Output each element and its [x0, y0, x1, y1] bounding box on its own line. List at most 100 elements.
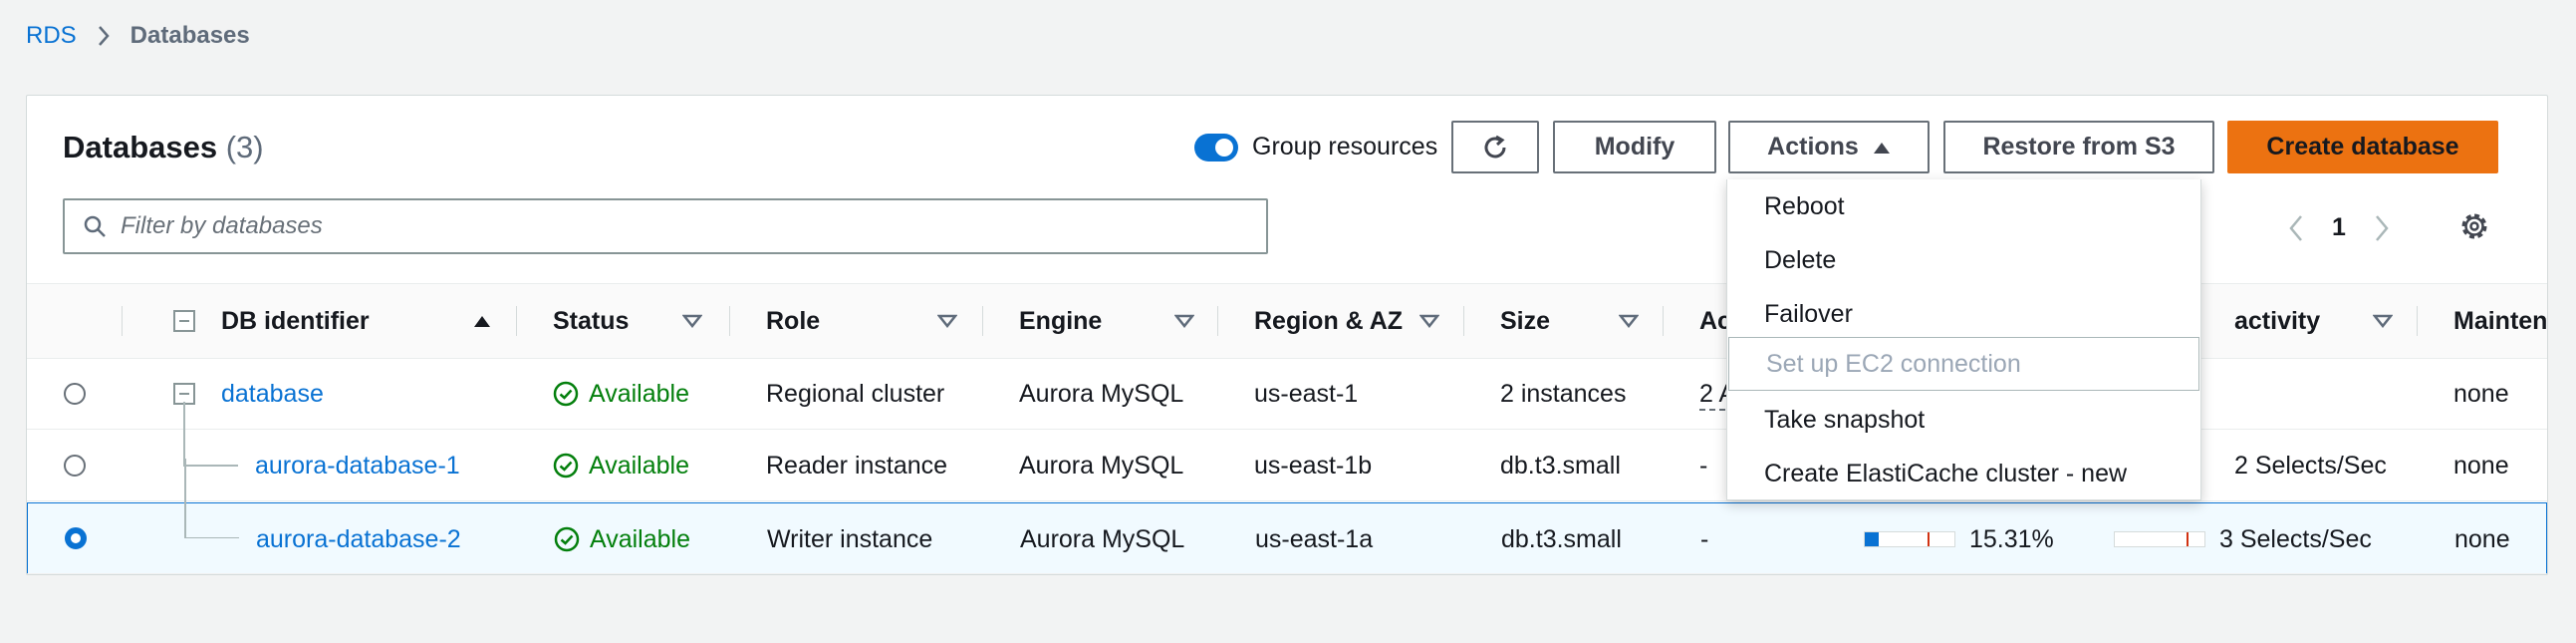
role-cell: Reader instance [766, 451, 948, 480]
check-circle-icon [553, 381, 579, 407]
filter-caret-icon[interactable] [1174, 314, 1194, 328]
activity-text: 2 Selects/Sec [2234, 451, 2387, 480]
maintenance-cell: none [2453, 379, 2509, 408]
actions-cell: - [1699, 451, 1708, 480]
column-label: Engine [1019, 306, 1103, 335]
activity-text: 3 Selects/Sec [2219, 524, 2372, 553]
db-identifier-link[interactable]: aurora-database-1 [255, 430, 460, 501]
breadcrumb-rds-link[interactable]: RDS [26, 22, 77, 50]
column-label: Status [553, 306, 630, 335]
menu-item-delete[interactable]: Delete [1727, 233, 2200, 287]
filter-caret-icon[interactable] [1419, 314, 1439, 328]
row-radio[interactable] [64, 455, 86, 477]
column-label: DB identifier [221, 306, 370, 335]
caret-up-icon [1873, 142, 1890, 154]
row-radio[interactable] [64, 383, 86, 405]
page-number[interactable]: 1 [2332, 213, 2346, 242]
filter-box [63, 198, 1268, 254]
engine-cell: Aurora MySQL [1019, 451, 1184, 480]
column-header-role[interactable]: Role [730, 284, 983, 358]
engine-cell: Aurora MySQL [1019, 379, 1184, 408]
panel-title: Databases (3) [63, 130, 264, 165]
size-cell: db.t3.small [1501, 524, 1622, 553]
column-header-maintenance[interactable]: Maintena [2418, 284, 2547, 358]
refresh-button[interactable] [1451, 121, 1539, 173]
activity-bar [2114, 531, 2205, 547]
size-cell: 2 instances [1500, 379, 1627, 408]
check-circle-icon [554, 526, 580, 552]
filter-caret-icon[interactable] [937, 314, 957, 328]
maintenance-cell: none [2454, 524, 2510, 553]
cpu-text: 15.31% [1969, 524, 2054, 553]
filter-caret-icon[interactable] [1619, 314, 1639, 328]
size-cell: db.t3.small [1500, 451, 1621, 480]
refresh-icon [1484, 135, 1506, 158]
check-circle-icon [553, 453, 579, 479]
table-row[interactable]: aurora-database-2 Available Writer insta… [27, 459, 2547, 574]
status-cell: Available [553, 358, 689, 430]
region-cell: us-east-1b [1254, 451, 1373, 480]
group-resources-toggle[interactable]: Group resources [1194, 133, 1437, 161]
chevron-left-icon[interactable] [2288, 214, 2304, 242]
search-icon [84, 215, 106, 237]
row-radio[interactable] [65, 527, 87, 549]
column-label: Region & AZ [1254, 306, 1404, 335]
region-cell: us-east-1a [1255, 524, 1374, 553]
column-header-activity[interactable]: activity [2208, 284, 2418, 358]
cpu-bar [1864, 531, 1955, 547]
cpu-cell: 15.31% [1864, 503, 2054, 574]
column-label: activity [2234, 306, 2321, 335]
column-label: Role [766, 306, 821, 335]
restore-from-s3-button[interactable]: Restore from S3 [1943, 121, 2214, 173]
actions-button-label: Actions [1767, 133, 1859, 161]
actions-menu: Reboot Delete Failover Set up EC2 connec… [1726, 179, 2201, 500]
pagination: 1 [2288, 213, 2390, 242]
chevron-right-icon[interactable] [2374, 214, 2390, 242]
create-database-button[interactable]: Create database [2227, 121, 2498, 173]
gear-icon[interactable] [2457, 209, 2491, 243]
panel-title-text: Databases [63, 130, 218, 164]
menu-item-reboot[interactable]: Reboot [1727, 179, 2200, 233]
column-label: Maintena [2453, 306, 2548, 335]
column-header-size[interactable]: Size [1464, 284, 1664, 358]
status-text: Available [589, 451, 690, 480]
column-header-db-identifier[interactable]: DB identifier [123, 284, 517, 358]
actions-cell: - [1700, 524, 1709, 553]
filter-caret-icon[interactable] [682, 314, 702, 328]
toggle-switch[interactable] [1194, 133, 1238, 161]
actions-button[interactable]: Actions [1728, 121, 1930, 173]
menu-item-take-snapshot[interactable]: Take snapshot [1727, 393, 2200, 447]
menu-item-create-elasticache[interactable]: Create ElastiCache cluster - new [1727, 447, 2200, 500]
sort-ascending-icon[interactable] [473, 314, 491, 328]
status-cell: Available [554, 503, 691, 574]
filter-databases-input[interactable] [119, 211, 1218, 241]
modify-button[interactable]: Modify [1553, 121, 1716, 173]
role-cell: Writer instance [767, 524, 933, 553]
status-cell: Available [553, 430, 689, 501]
tree-connector [184, 459, 239, 538]
column-header-region[interactable]: Region & AZ [1218, 284, 1464, 358]
maintenance-cell: none [2453, 451, 2509, 480]
filter-caret-icon[interactable] [2373, 314, 2393, 328]
breadcrumb-current: Databases [129, 22, 250, 49]
select-column-header [27, 284, 123, 358]
menu-item-failover[interactable]: Failover [1727, 287, 2200, 341]
db-identifier-link[interactable]: aurora-database-2 [256, 503, 461, 574]
collapse-all-icon[interactable] [173, 310, 195, 332]
column-label: Size [1500, 306, 1551, 335]
menu-item-setup-ec2: Set up EC2 connection [1728, 337, 2199, 391]
engine-cell: Aurora MySQL [1020, 524, 1185, 553]
horizontal-scrollbar[interactable] [27, 573, 2547, 574]
breadcrumb: RDS Databases [26, 22, 250, 50]
column-header-engine[interactable]: Engine [983, 284, 1218, 358]
column-header-status[interactable]: Status [517, 284, 730, 358]
role-cell: Regional cluster [766, 379, 945, 408]
activity-cell: 2 Selects/Sec [2234, 430, 2387, 501]
chevron-right-icon [97, 25, 111, 47]
panel-count: (3) [225, 130, 264, 164]
status-text: Available [589, 379, 690, 408]
activity-cell: 3 Selects/Sec [2114, 503, 2372, 574]
cpu-bar-fill [1865, 532, 1879, 546]
region-cell: us-east-1 [1254, 379, 1359, 408]
status-text: Available [590, 524, 691, 553]
